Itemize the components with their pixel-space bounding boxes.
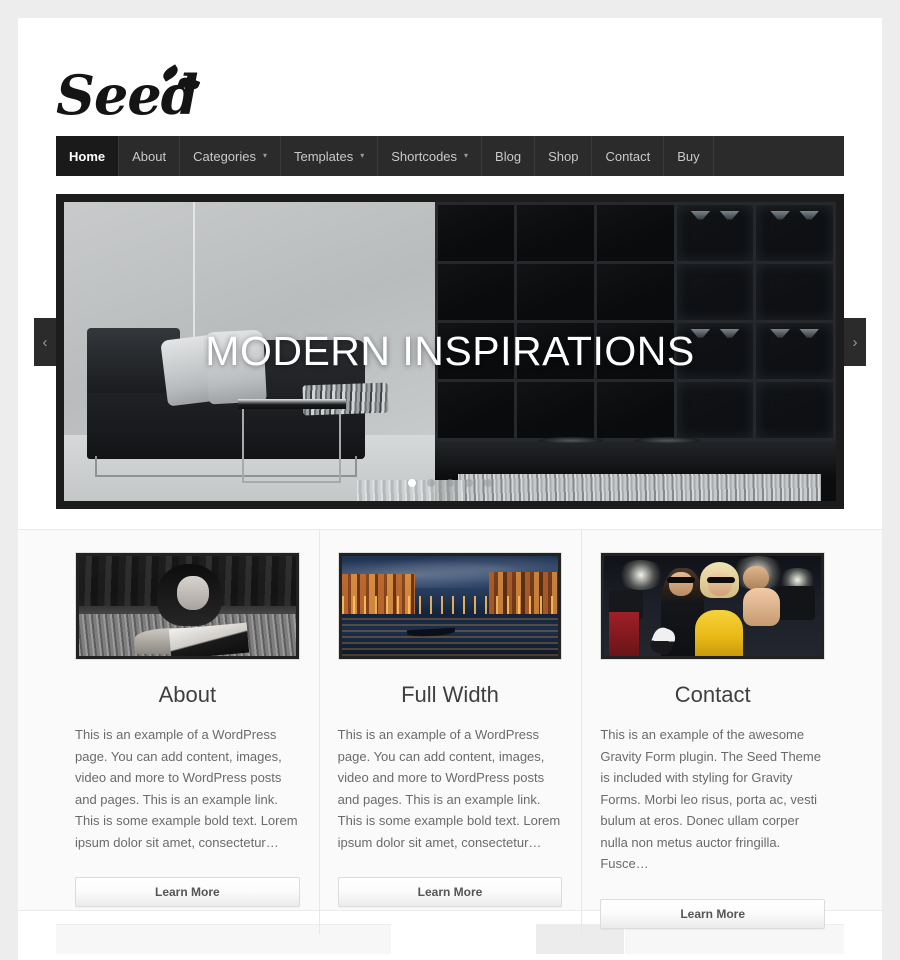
shelf-cell <box>437 205 515 262</box>
feature-title: About <box>158 682 217 707</box>
nav-item-home[interactable]: Home <box>56 136 120 176</box>
feature-columns: About This is an example of a WordPress p… <box>18 529 882 934</box>
hero-slider: ‹ › MODERN INSPIRATIONS <box>34 194 866 509</box>
feature-image-about <box>79 556 296 656</box>
nav-item-label: Blog <box>495 148 522 164</box>
next-section-peek <box>56 924 844 954</box>
nav-item-buy[interactable]: Buy <box>664 136 714 176</box>
feature-column-contact: Contact This is an example of the awesome… <box>581 530 844 934</box>
photo-raised-hand <box>743 588 780 626</box>
learn-more-button[interactable]: Learn More <box>600 898 826 929</box>
nav-item-label: Buy <box>677 148 700 164</box>
nav-item-label: Contact <box>605 148 651 164</box>
nav-item-label: Shortcodes <box>391 148 458 164</box>
console-disc <box>538 437 604 445</box>
shelf-cell <box>437 382 515 439</box>
nav-item-shop[interactable]: Shop <box>535 136 593 176</box>
shelf-cell <box>676 382 754 439</box>
feature-image-full-width <box>341 556 559 656</box>
slider-pagination[interactable] <box>64 479 836 487</box>
shelf-cell <box>437 264 515 321</box>
side-table-top <box>237 399 346 409</box>
shelf-cell <box>676 205 754 262</box>
shelf-cell <box>676 264 754 321</box>
slider-dot-3[interactable] <box>446 479 454 487</box>
feature-thumbnail[interactable] <box>600 552 826 660</box>
shelf-lamp-icon <box>719 210 740 220</box>
photo-sunglasses <box>667 577 696 583</box>
nav-item-about[interactable]: About <box>119 136 181 176</box>
nav-item-label: Shop <box>548 148 579 164</box>
slider-dot-5[interactable] <box>484 479 492 487</box>
shelf-cell <box>517 382 594 439</box>
nav-item-label: About <box>132 148 167 164</box>
shelf-lamp-icon <box>690 210 711 220</box>
photo-woman-face <box>708 572 733 596</box>
site-header: Seed <box>18 18 882 136</box>
chevron-down-icon: ▾ <box>262 151 267 160</box>
photo-bald-man <box>743 566 769 590</box>
nav-item-shortcodes[interactable]: Shortcodes ▾ <box>378 136 483 176</box>
photo-camera-flash <box>617 560 665 590</box>
slide-modern-inspirations[interactable]: MODERN INSPIRATIONS <box>64 202 836 501</box>
feature-image-contact <box>604 556 822 656</box>
shelf-lamp-icon <box>799 210 820 220</box>
slider-dot-1[interactable] <box>408 479 416 487</box>
slide-console <box>434 437 836 478</box>
learn-more-button[interactable]: Learn More <box>337 877 563 907</box>
console-disc <box>635 437 700 445</box>
shelf-cell <box>756 264 833 321</box>
slider-prev-arrow-icon[interactable]: ‹ <box>34 318 56 366</box>
photo-book <box>168 622 250 656</box>
slider-dot-4[interactable] <box>465 479 473 487</box>
photo-red-shirt <box>608 612 639 656</box>
shelf-cell <box>756 382 833 439</box>
next-section-block <box>56 924 391 954</box>
feature-column-full-width: Full Width This is an example of a WordPr… <box>318 530 582 934</box>
nav-item-blog[interactable]: Blog <box>482 136 536 176</box>
shelf-cell <box>596 382 674 439</box>
shelf-cell <box>517 264 594 321</box>
nav-item-label: Templates <box>294 148 354 164</box>
slide-side-table <box>237 399 346 484</box>
nav-item-templates[interactable]: Templates ▾ <box>281 136 379 176</box>
shelf-cell <box>596 205 674 262</box>
feature-text: This is an example of a WordPress page. … <box>75 727 298 850</box>
nav-item-contact[interactable]: Contact <box>592 136 665 176</box>
next-section-block <box>624 924 844 954</box>
main-navigation[interactable]: Home About Categories ▾ Templates ▾ Shortcodes… <box>56 136 844 176</box>
feature-column-about: About This is an example of a WordPress p… <box>56 552 319 907</box>
feature-title: Full Width <box>401 682 499 707</box>
feature-thumbnail[interactable] <box>337 552 563 660</box>
feature-title: Contact <box>674 682 751 707</box>
slider-next-arrow-icon[interactable]: › <box>844 318 866 366</box>
slide-caption: MODERN INSPIRATIONS <box>205 327 695 374</box>
shelf-lamp-icon <box>770 210 791 220</box>
page-container: Seed Home About Categories ▾ Templates ▾ Short… <box>18 18 882 960</box>
feature-text: This is an example of a WordPress page. … <box>337 727 561 850</box>
feature-thumbnail[interactable] <box>75 552 300 660</box>
site-logo[interactable]: Seed <box>56 64 201 124</box>
side-table-legs <box>242 408 342 484</box>
photo-face <box>176 576 209 610</box>
shelf-grid <box>434 202 836 442</box>
nav-item-label: Home <box>69 148 106 164</box>
photo-sunglasses <box>707 577 736 583</box>
nav-item-label: Categories <box>193 148 256 164</box>
learn-more-button[interactable]: Learn More <box>75 877 300 907</box>
shelf-cell <box>517 205 594 262</box>
chevron-down-icon: ▾ <box>464 151 469 160</box>
feature-text: This is an example of the awesome Gravit… <box>600 727 821 871</box>
shelf-cell <box>756 205 833 262</box>
chevron-down-icon: ▾ <box>360 151 365 160</box>
nav-item-categories[interactable]: Categories ▾ <box>180 136 281 176</box>
photo-yellow-top <box>695 610 743 656</box>
shelf-cell <box>596 264 674 321</box>
slider-dot-2[interactable] <box>427 479 435 487</box>
next-section-block <box>535 924 624 954</box>
photo-man-face <box>669 572 694 596</box>
photo-photographer-right <box>775 586 815 620</box>
next-section-gap <box>392 924 535 954</box>
photo-reflections <box>341 614 559 656</box>
